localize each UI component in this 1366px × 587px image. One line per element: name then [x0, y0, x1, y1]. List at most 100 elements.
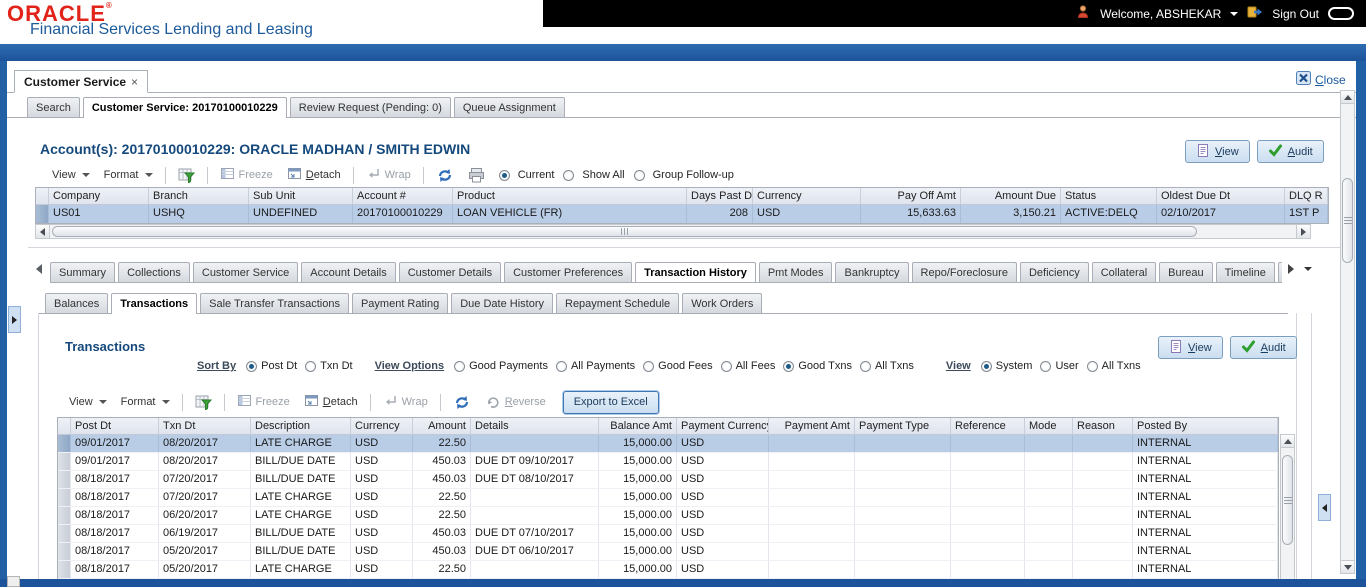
tab-summary[interactable]: Summary	[50, 262, 116, 282]
account-freeze-button[interactable]: Freeze	[220, 166, 273, 184]
filter-radio-show-all[interactable]: Show All	[563, 169, 632, 181]
tab-collateral[interactable]: Collateral	[1091, 262, 1157, 282]
service-tabs-scroll-right[interactable]	[1288, 264, 1312, 274]
col-oldest-due-dt[interactable]: Oldest Due Dt	[1157, 188, 1285, 205]
close-button[interactable]: Close	[1296, 71, 1346, 88]
col-payment-amt[interactable]: Payment Amt	[769, 418, 855, 435]
tab-repayment-schedule[interactable]: Repayment Schedule	[556, 293, 680, 313]
tab-sale-transfer-transactions[interactable]: Sale Transfer Transactions	[200, 293, 349, 313]
row-selector[interactable]	[58, 561, 71, 578]
account-grid-hscrollbar[interactable]	[35, 224, 1311, 239]
row-selector[interactable]	[58, 543, 71, 560]
col-dlq[interactable]: DLQ R	[1285, 188, 1328, 205]
row-selector[interactable]	[58, 489, 71, 506]
transactions-wrap-button[interactable]: Wrap	[383, 394, 428, 411]
radio-icon[interactable]	[859, 360, 871, 372]
tab-work-orders[interactable]: Work Orders	[682, 293, 763, 313]
col-txn-dt[interactable]: Txn Dt	[159, 418, 251, 435]
radio-icon[interactable]	[980, 360, 992, 372]
opt-all-txns[interactable]: All Txns	[875, 360, 914, 372]
radio-icon[interactable]	[454, 360, 466, 372]
radio-icon[interactable]	[555, 360, 567, 372]
transactions-vscrollbar[interactable]	[1280, 434, 1295, 579]
left-splitter-expand-handle[interactable]	[8, 306, 21, 333]
tab-transactions[interactable]: Transactions	[111, 293, 198, 314]
transactions-audit-button[interactable]: Audit	[1229, 336, 1297, 359]
transactions-reverse-button[interactable]: Reverse	[485, 393, 546, 411]
tab-timeline[interactable]: Timeline	[1215, 262, 1275, 282]
service-tabs-scroll-left[interactable]	[36, 264, 42, 274]
radio-icon[interactable]	[720, 360, 732, 372]
transactions-view-menu[interactable]: View	[69, 396, 107, 408]
account-audit-button[interactable]: Audit	[1256, 140, 1324, 163]
tab-search[interactable]: Search	[27, 97, 80, 117]
radio-icon[interactable]	[1040, 360, 1052, 372]
vscroll-thumb[interactable]	[1342, 178, 1353, 263]
tab-account-details[interactable]: Account Details	[301, 262, 396, 282]
tab-cross-up-sell[interactable]: Cross/Up Sell	[1277, 262, 1282, 282]
tab-customer-details[interactable]: Customer Details	[398, 262, 502, 282]
tab-collections[interactable]: Collections	[118, 262, 190, 282]
account-view-button[interactable]: View	[1185, 140, 1250, 163]
account-view-menu[interactable]: View	[52, 169, 90, 181]
col-details[interactable]: Details	[471, 418, 599, 435]
col-payment-currency[interactable]: Payment Currency	[677, 418, 769, 435]
col-balance-amt[interactable]: Balance Amt	[599, 418, 677, 435]
scroll-up-icon[interactable]	[1281, 435, 1294, 448]
account-row[interactable]: US01 USHQ UNDEFINED 20170100010229 LOAN …	[36, 205, 1328, 223]
row-selector[interactable]	[58, 453, 71, 470]
transactions-format-menu[interactable]: Format	[121, 396, 170, 408]
radio-icon[interactable]	[643, 360, 655, 372]
row-selector[interactable]	[58, 507, 71, 524]
col-sub-unit[interactable]: Sub Unit	[249, 188, 353, 205]
filter-radio-current[interactable]: Current	[498, 169, 563, 181]
query-by-example-icon[interactable]	[178, 167, 195, 183]
opt-all-fees[interactable]: All Fees	[736, 360, 776, 372]
transaction-row[interactable]: 08/18/2017 05/20/2017 LATE CHARGE USD 22…	[58, 561, 1278, 579]
tab-queue-assignment[interactable]: Queue Assignment	[453, 97, 565, 117]
opt-good-payments[interactable]: Good Payments	[469, 360, 548, 372]
tab-review-request[interactable]: Review Request (Pending: 0)	[289, 97, 451, 117]
chevron-down-icon[interactable]	[1230, 11, 1239, 16]
tab-customer-preferences[interactable]: Customer Preferences	[504, 262, 633, 282]
transactions-detach-button[interactable]: Detach	[304, 393, 358, 411]
tab-overflow-menu-icon[interactable]	[1304, 267, 1312, 271]
refresh-icon[interactable]	[453, 394, 471, 411]
sign-out-link[interactable]: Sign Out	[1272, 7, 1319, 21]
col-pay-off-amt[interactable]: Pay Off Amt	[861, 188, 961, 205]
tab-deficiency[interactable]: Deficiency	[1019, 262, 1089, 282]
transactions-view-button[interactable]: View	[1158, 336, 1223, 359]
account-detach-button[interactable]: Detach	[287, 166, 341, 184]
col-product[interactable]: Product	[453, 188, 687, 205]
col-post-dt[interactable]: Post Dt	[71, 418, 159, 435]
sort-txn-dt[interactable]: Txn Dt	[320, 360, 352, 372]
print-icon[interactable]	[468, 167, 485, 183]
view-all-txns[interactable]: All Txns	[1102, 360, 1141, 372]
opt-good-fees[interactable]: Good Fees	[658, 360, 712, 372]
radio-icon[interactable]	[305, 360, 317, 372]
transaction-row[interactable]: 08/18/2017 05/20/2017 BILL/DUE DATE USD …	[58, 543, 1278, 561]
col-description[interactable]: Description	[251, 418, 351, 435]
scroll-up-icon[interactable]	[1341, 91, 1354, 104]
transaction-row[interactable]: 09/01/2017 08/20/2017 LATE CHARGE USD 22…	[58, 435, 1278, 453]
col-company[interactable]: Company	[49, 188, 149, 205]
col-mode[interactable]: Mode	[1025, 418, 1073, 435]
col-currency[interactable]: Currency	[351, 418, 413, 435]
opt-good-txns[interactable]: Good Txns	[798, 360, 852, 372]
radio-icon[interactable]	[246, 360, 258, 372]
scroll-left-icon[interactable]	[36, 225, 50, 238]
transaction-row[interactable]: 09/01/2017 08/20/2017 BILL/DUE DATE USD …	[58, 453, 1278, 471]
col-amount-due[interactable]: Amount Due	[961, 188, 1061, 205]
row-selector[interactable]	[58, 435, 71, 452]
right-splitter-collapse-handle[interactable]	[1318, 494, 1331, 521]
col-branch[interactable]: Branch	[149, 188, 249, 205]
tab-customer-service[interactable]: Customer Service	[192, 262, 299, 282]
tab-balances[interactable]: Balances	[45, 293, 109, 313]
transaction-row[interactable]: 08/18/2017 07/20/2017 BILL/DUE DATE USD …	[58, 471, 1278, 489]
query-by-example-icon[interactable]	[195, 394, 212, 410]
workspace-tab-customer-service[interactable]: Customer Service ×	[14, 70, 149, 93]
col-posted-by[interactable]: Posted By	[1133, 418, 1278, 435]
tab-customer-service-account[interactable]: Customer Service: 20170100010229	[82, 97, 287, 118]
col-status[interactable]: Status	[1061, 188, 1157, 205]
filter-radio-group-follow-up[interactable]: Group Follow-up	[633, 169, 742, 181]
